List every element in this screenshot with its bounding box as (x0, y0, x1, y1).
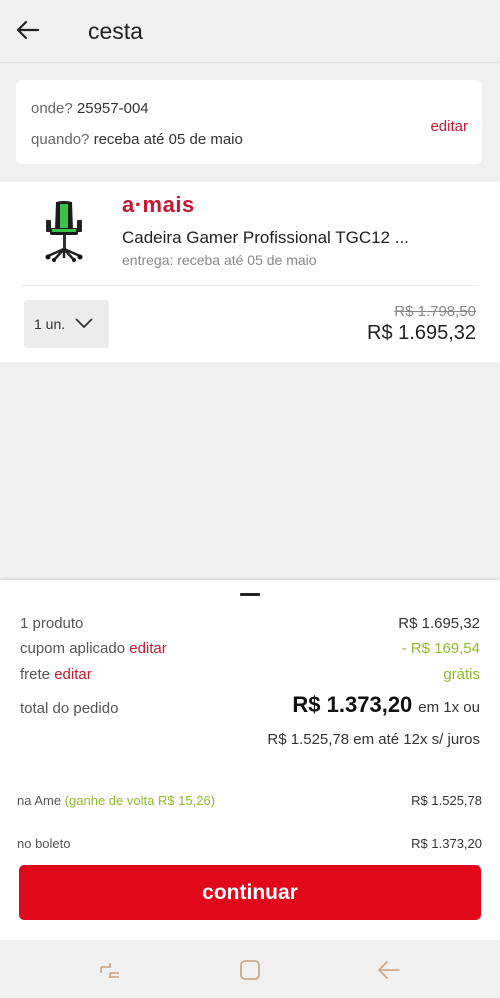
shipping-value: grátis (443, 666, 480, 683)
shipping-label: frete (20, 666, 51, 683)
page-title: cesta (88, 18, 143, 44)
back-nav-icon[interactable] (376, 957, 402, 983)
drag-handle[interactable] (240, 593, 260, 596)
order-summary-panel: 1 produto R$ 1.695,32 cupom aplicado edi… (0, 580, 500, 940)
quantity-select[interactable]: 1 un. (24, 300, 109, 348)
home-icon[interactable] (237, 957, 263, 983)
delivery-where-row: onde? 25957-004 (31, 100, 149, 117)
ame-price: R$ 1.525,78 (411, 793, 482, 808)
shipping-row: frete editar (20, 666, 92, 683)
app-header: cesta (0, 0, 500, 62)
delivery-info-card: onde? 25957-004 quando? receba até 05 de… (16, 80, 482, 164)
delivery-when-row: quando? receba até 05 de maio (31, 131, 243, 148)
edit-delivery-link[interactable]: editar (430, 118, 468, 135)
boleto-price: R$ 1.373,20 (411, 836, 482, 851)
boleto-label: no boleto (17, 836, 71, 851)
ame-cashback: (ganhe de volta R$ 15,26) (64, 793, 216, 808)
delivery-date: receba até 05 de maio (93, 131, 243, 148)
gamer-chair-image[interactable] (42, 200, 86, 262)
coupon-discount: - R$ 169,54 (401, 640, 480, 657)
products-subtotal: R$ 1.695,32 (398, 615, 480, 632)
products-count-label: 1 produto (20, 615, 84, 632)
coupon-row: cupom aplicado editar (20, 640, 167, 657)
order-total-suffix: em 1x ou (418, 699, 480, 716)
order-total: R$ 1.373,20 em 1x ou (292, 692, 480, 718)
postal-code: 25957-004 (76, 100, 149, 117)
brand-logo: a·mais (122, 192, 195, 217)
recent-apps-icon[interactable] (97, 957, 123, 983)
system-nav-bar (0, 940, 500, 998)
quantity-value: 1 un. (34, 316, 66, 332)
installments-info: R$ 1.525,78 em até 12x s/ juros (267, 731, 480, 748)
ame-label: na Ame (17, 793, 62, 808)
edit-coupon-link[interactable]: editar (129, 640, 167, 657)
product-price: R$ 1.695,32 (367, 322, 476, 344)
ame-payment-row: na Ame (ganhe de volta R$ 15,26) (17, 793, 215, 808)
continue-label: continuar (202, 880, 298, 904)
continue-button[interactable]: continuar (19, 865, 481, 920)
chevron-down-icon (75, 315, 93, 333)
original-price: R$ 1.798,50 (394, 303, 476, 320)
product-divider (22, 285, 478, 286)
back-arrow-icon[interactable] (14, 16, 42, 44)
when-label: quando? (31, 131, 90, 148)
product-card: a·mais Cadeira Gamer Profissional TGC12 … (0, 182, 500, 362)
order-total-value: R$ 1.373,20 (292, 692, 413, 717)
coupon-label: cupom aplicado (20, 640, 126, 657)
edit-shipping-link[interactable]: editar (54, 666, 92, 683)
product-name[interactable]: Cadeira Gamer Profissional TGC12 ... (122, 228, 409, 248)
header-divider (0, 62, 500, 63)
order-total-label: total do pedido (20, 700, 119, 717)
product-delivery: entrega: receba até 05 de maio (122, 252, 317, 268)
where-label: onde? (31, 100, 73, 117)
